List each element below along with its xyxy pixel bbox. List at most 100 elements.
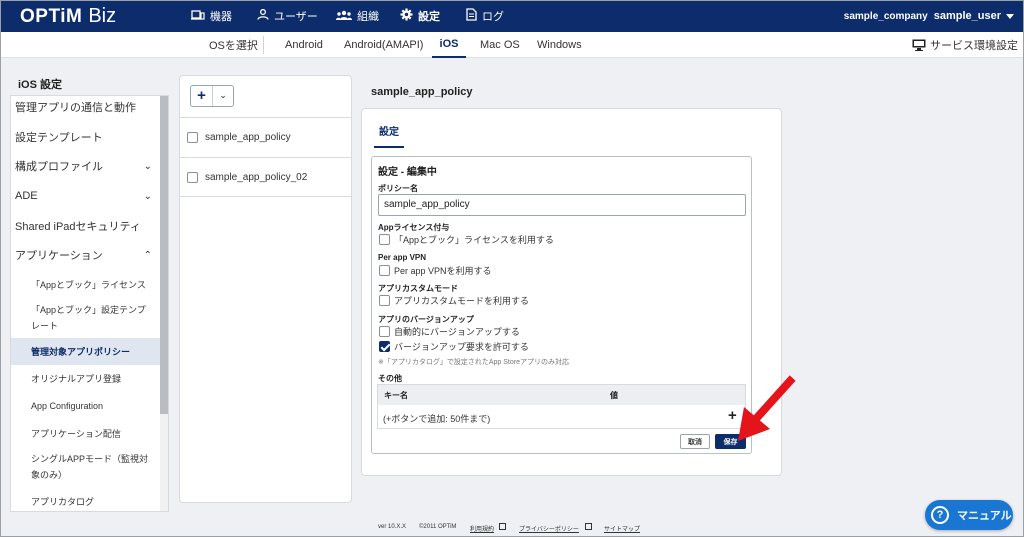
tab-android[interactable]: Android xyxy=(285,32,323,58)
sidebar-item-label: 管理対象アプリポリシー xyxy=(31,347,131,357)
other-label: その他 xyxy=(378,374,402,383)
caret-down-icon xyxy=(1006,13,1014,19)
chevron-down-icon: ⌄ xyxy=(143,160,152,172)
vpp-license-checkbox[interactable] xyxy=(379,234,390,245)
update-note: ※「アプリカタログ」で設定されたApp Storeアプリのみ対応 xyxy=(378,359,569,366)
nav-users-label: ユーザー xyxy=(274,11,318,23)
sidebar-item-settings-template[interactable]: 設定テンプレート xyxy=(11,126,160,148)
sidebar-item-vpp-license[interactable]: 「Appとブック」ライセンス xyxy=(11,274,160,294)
sidebar-item-label-continued: レート xyxy=(31,320,59,331)
vpp-license-checkbox-row[interactable]: 「Appとブック」ライセンスを利用する xyxy=(379,233,554,246)
sidebar-item-label: 管理アプリの通信と動作 xyxy=(15,102,136,114)
help-icon: ? xyxy=(931,506,949,524)
vpp-license-option-label: 「Appとブック」ライセンスを利用する xyxy=(394,235,554,245)
sidebar-item-label: アプリカタログ xyxy=(31,496,95,507)
sidebar-item-label: 「Appとブック」ライセンス xyxy=(31,279,146,290)
policy-name: sample_app_policy_02 xyxy=(205,171,308,183)
sidebar-item-label: シングルAPPモード（監視対 xyxy=(31,453,149,464)
company-name: sample_company xyxy=(843,10,928,22)
red-arrow-annotation xyxy=(738,375,796,441)
column-value: 値 xyxy=(610,391,618,400)
allow-update-request-checkbox[interactable] xyxy=(379,341,390,352)
tab-settings[interactable]: 設定 xyxy=(374,124,404,148)
service-settings-label: サービス環境設定 xyxy=(930,40,1018,52)
sidebar-item-label: アプリケーション配信 xyxy=(31,428,121,439)
app-custom-mode-option-label: アプリカスタムモードを利用する xyxy=(394,296,530,306)
os-bar-divider xyxy=(263,36,264,54)
footer-sitemap-label: サイトマップ xyxy=(604,527,641,533)
sidebar-item-single-app-mode[interactable]: シングルAPPモード（監視対 象のみ） xyxy=(11,451,160,481)
nav-logs[interactable]: ログ xyxy=(466,0,504,32)
sidebar-item-applications[interactable]: アプリケーション ⌃ xyxy=(11,244,160,266)
user-icon xyxy=(257,8,269,23)
tab-android-amapi[interactable]: Android(AMAPI) xyxy=(344,32,423,58)
nav-devices[interactable]: 機器 xyxy=(191,0,232,32)
manual-button[interactable]: ? マニュアル xyxy=(925,500,1013,530)
chevron-down-icon: ⌄ xyxy=(143,190,152,202)
policy-name: sample_app_policy xyxy=(205,132,291,143)
nav-logs-label: ログ xyxy=(482,11,504,23)
os-select-label: OSを選択 xyxy=(209,40,258,52)
sidebar-item-app-distribution[interactable]: アプリケーション配信 xyxy=(11,423,160,443)
sidebar-scrollbar-thumb[interactable] xyxy=(160,96,168,414)
per-app-vpn-checkbox[interactable] xyxy=(379,265,390,276)
sidebar-item-label: 「Appとブック」設定テンプ xyxy=(31,304,146,315)
policy-detail-title: sample_app_policy xyxy=(371,86,473,98)
tab-windows[interactable]: Windows xyxy=(537,32,582,58)
auto-update-option-label: 自動的にバージョンアップする xyxy=(394,327,520,337)
sidebar-item-app-configuration[interactable]: App Configuration xyxy=(11,396,160,416)
auto-update-checkbox[interactable] xyxy=(379,326,390,337)
chevron-down-icon[interactable]: ⌄ xyxy=(213,86,233,106)
optim-biz-logo[interactable]: OPTiM Biz xyxy=(20,5,116,28)
policy-list-item[interactable]: sample_app_policy xyxy=(179,117,352,157)
chevron-up-icon: ⌃ xyxy=(143,249,152,261)
sidebar-menu: 管理アプリの通信と動作 設定テンプレート 構成プロファイル ⌄ ADE ⌄ Shar… xyxy=(10,95,169,512)
footer-privacy-link[interactable]: プライバシーポリシー xyxy=(519,524,579,533)
auto-update-checkbox-row[interactable]: 自動的にバージョンアップする xyxy=(379,325,520,338)
app-custom-mode-checkbox-row[interactable]: アプリカスタムモードを利用する xyxy=(379,294,529,307)
sidebar-item-vpp-settings-template[interactable]: 「Appとブック」設定テンプ レート xyxy=(11,302,160,332)
policy-list-item[interactable]: sample_app_policy_02 xyxy=(179,157,352,197)
footer-terms-link[interactable]: 利用規約 xyxy=(470,524,494,533)
group-icon xyxy=(336,10,352,23)
sidebar-item-shared-ipad-security[interactable]: Shared iPadセキュリティ xyxy=(11,215,160,237)
footer-privacy-label: プライバシーポリシー xyxy=(519,527,579,533)
policy-checkbox[interactable] xyxy=(187,171,198,183)
sidebar-item-label-continued: 象のみ） xyxy=(31,469,68,480)
policy-name-input[interactable]: sample_app_policy xyxy=(378,194,746,216)
sidebar-item-managed-app-policy[interactable]: 管理対象アプリポリシー xyxy=(11,338,160,365)
key-value-table-header: キー名 値 xyxy=(378,385,745,405)
tab-ios[interactable]: iOS xyxy=(432,32,466,58)
app-custom-mode-checkbox[interactable] xyxy=(379,295,390,306)
nav-settings[interactable]: 設定 xyxy=(400,0,440,32)
footer-sitemap-link[interactable]: サイトマップ xyxy=(604,524,640,533)
sidebar-item-label: 構成プロファイル xyxy=(15,161,103,173)
allow-update-request-option-label: バージョンアップ要求を許可する xyxy=(394,342,529,352)
add-icon[interactable]: + xyxy=(191,86,213,106)
nav-organization[interactable]: 組織 xyxy=(336,0,379,32)
sidebar-item-label: Shared iPadセキュリティ xyxy=(15,221,141,233)
monitor-icon xyxy=(912,39,926,51)
sidebar-item-ade[interactable]: ADE ⌄ xyxy=(11,185,160,207)
nav-organization-label: 組織 xyxy=(357,11,379,23)
account-menu[interactable]: sample_company sample_user xyxy=(844,0,1014,32)
allow-update-request-checkbox-row[interactable]: バージョンアップ要求を許可する xyxy=(379,340,529,353)
external-link-icon xyxy=(499,523,506,530)
document-icon xyxy=(466,8,477,24)
sidebar-item-original-app-registration[interactable]: オリジナルアプリ登録 xyxy=(11,368,160,388)
per-app-vpn-label: Per app VPN xyxy=(378,253,427,262)
sidebar-item-label: 設定テンプレート xyxy=(15,132,103,144)
sidebar-item-app-catalog[interactable]: アプリカタログ xyxy=(11,491,160,511)
cancel-button[interactable]: 取消 xyxy=(680,434,710,449)
form-heading: 設定 - 編集中 xyxy=(378,167,437,178)
sidebar-item-app-communication[interactable]: 管理アプリの通信と動作 xyxy=(11,96,160,118)
footer-terms-label: 利用規約 xyxy=(470,527,495,533)
tab-macos[interactable]: Mac OS xyxy=(480,32,520,58)
service-settings-link[interactable]: サービス環境設定 xyxy=(912,32,1018,58)
add-policy-split-button[interactable]: + ⌄ xyxy=(190,85,234,107)
user-name: sample_user xyxy=(933,10,1001,22)
nav-users[interactable]: ユーザー xyxy=(257,0,318,32)
policy-checkbox[interactable] xyxy=(187,132,198,143)
sidebar-item-config-profile[interactable]: 構成プロファイル ⌄ xyxy=(11,155,160,177)
per-app-vpn-checkbox-row[interactable]: Per app VPNを利用する xyxy=(379,264,492,277)
